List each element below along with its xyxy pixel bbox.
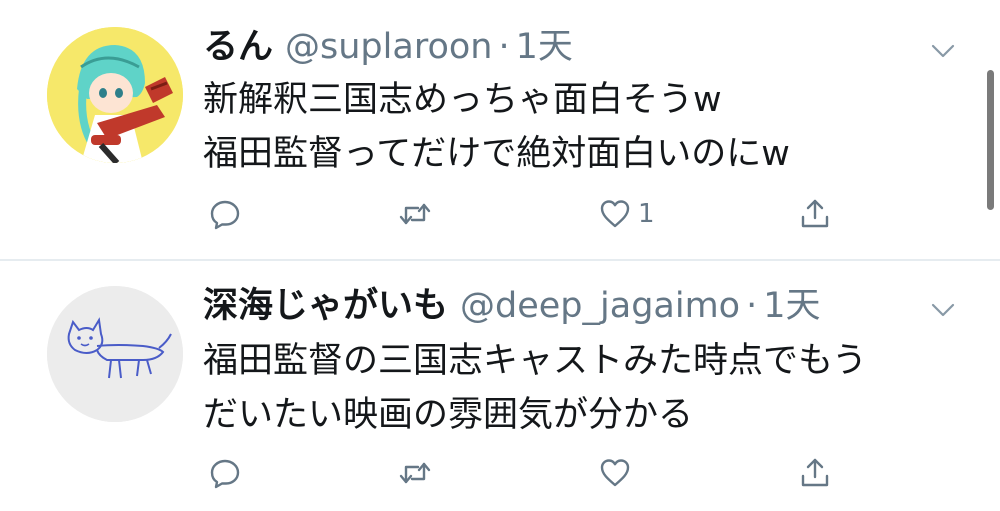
like-count: 1 <box>638 199 655 229</box>
reply-button[interactable] <box>208 191 248 237</box>
tweet[interactable]: るん @suplaroon · 1天 新解釈三国志めっちゃ面白そうw 福田監督ってだけ… <box>0 0 1000 260</box>
timeline: るん @suplaroon · 1天 新解釈三国志めっちゃ面白そうw 福田監督ってだけ… <box>0 0 1000 511</box>
more-options-button[interactable] <box>928 36 958 66</box>
share-button[interactable] <box>798 450 832 496</box>
anime-character-avatar-icon <box>47 27 183 163</box>
separator: · <box>746 286 758 326</box>
tweet-text-line: だいたい映画の雰囲気が分かる <box>203 395 694 435</box>
reply-button[interactable] <box>208 450 248 496</box>
share-icon <box>801 458 829 487</box>
separator: · <box>498 27 510 67</box>
tweet-text: 新解釈三国志めっちゃ面白そうw 福田監督ってだけで絶対面白いのにw <box>203 73 963 181</box>
tweet-text: 福田監督の三国志キャストみた時点でもう だいたい映画の雰囲気が分かる <box>203 334 963 442</box>
avatar[interactable] <box>47 27 183 163</box>
timestamp[interactable]: 1天 <box>763 286 820 326</box>
tweet-actions <box>200 450 850 496</box>
heart-icon <box>600 200 630 228</box>
chevron-down-icon <box>931 44 955 58</box>
handle[interactable]: @deep_jagaimo <box>460 286 740 326</box>
timestamp[interactable]: 1天 <box>516 27 573 67</box>
avatar[interactable] <box>47 286 183 422</box>
display-name[interactable]: るん <box>203 27 273 67</box>
more-options-button[interactable] <box>928 295 958 325</box>
tweet-text-line: 福田監督の三国志キャストみた時点でもう <box>203 341 867 381</box>
tweet-text-line: 福田監督ってだけで絶対面白いのにw <box>203 134 790 174</box>
retweet-icon <box>399 203 431 225</box>
retweet-icon <box>399 462 431 484</box>
like-button[interactable] <box>598 450 638 496</box>
chevron-down-icon <box>931 303 955 317</box>
tweet-actions: 1 <box>200 191 850 237</box>
share-button[interactable] <box>798 191 832 237</box>
like-button[interactable]: 1 <box>598 191 655 237</box>
reply-icon <box>210 459 240 489</box>
heart-icon <box>600 459 630 487</box>
share-icon <box>801 199 829 228</box>
tweet-text-line: 新解釈三国志めっちゃ面白そうw <box>203 80 722 120</box>
scrollbar[interactable] <box>987 70 994 210</box>
handle[interactable]: @suplaroon <box>285 27 492 67</box>
retweet-button[interactable] <box>398 450 438 496</box>
tweet[interactable]: 深海じゃがいも @deep_jagaimo · 1天 福田監督の三国志キャストみた時点… <box>0 262 1000 511</box>
tweet-header: るん @suplaroon · 1天 <box>203 25 573 69</box>
tweet-divider <box>0 259 1000 261</box>
tweet-header: 深海じゃがいも @deep_jagaimo · 1天 <box>203 284 821 328</box>
display-name[interactable]: 深海じゃがいも <box>203 286 448 326</box>
reply-icon <box>210 200 240 230</box>
cat-drawing-avatar-icon <box>47 286 183 422</box>
retweet-button[interactable] <box>398 191 438 237</box>
